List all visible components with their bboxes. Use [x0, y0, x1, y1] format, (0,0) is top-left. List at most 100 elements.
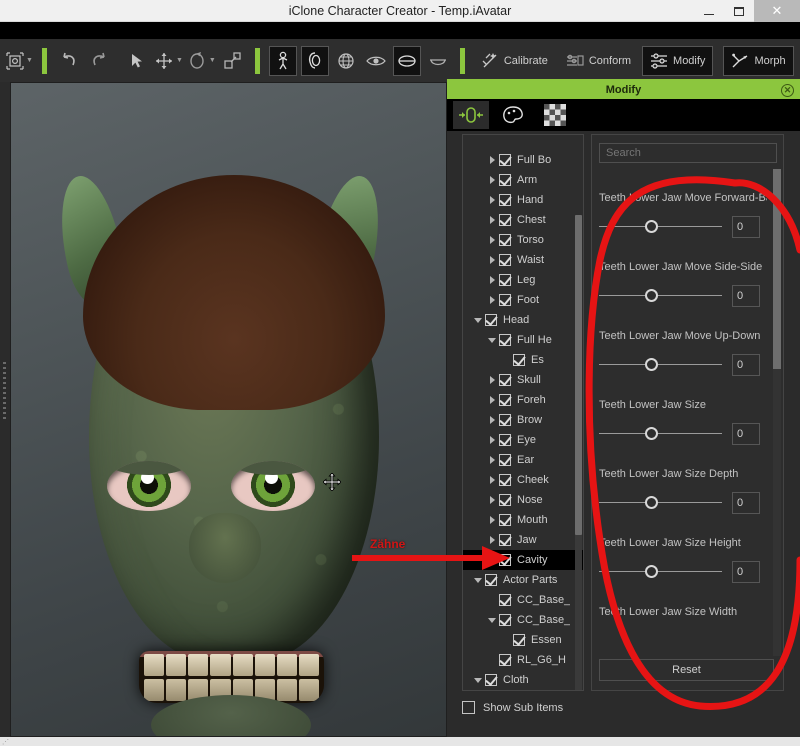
show-sub-items-checkbox[interactable]: Show Sub Items [462, 701, 563, 714]
chevron-down-icon[interactable]: ▼ [176, 57, 183, 64]
tree-item-checkbox[interactable] [513, 354, 525, 366]
slider-scrollbar-thumb[interactable] [773, 169, 781, 369]
expand-arrow-icon[interactable] [485, 216, 499, 224]
tree-item-checkbox[interactable] [499, 654, 511, 666]
tree-item-cheek[interactable]: Cheek [463, 470, 583, 490]
slider-track[interactable] [599, 565, 722, 579]
conform-button[interactable]: Conform [559, 46, 638, 76]
tree-item-checkbox[interactable] [499, 374, 511, 386]
redo-icon[interactable] [86, 46, 112, 76]
expand-arrow-icon[interactable] [485, 196, 499, 204]
expand-arrow-icon[interactable] [485, 296, 499, 304]
tree-item-waist[interactable]: Waist [463, 250, 583, 270]
tree-item-arm[interactable]: Arm [463, 170, 583, 190]
slider-knob[interactable] [644, 289, 658, 302]
expand-arrow-icon[interactable] [485, 236, 499, 244]
expand-arrow-icon[interactable] [485, 516, 499, 524]
resize-grip-icon[interactable]: ⋰ [2, 738, 10, 746]
slider-track[interactable] [599, 220, 722, 234]
eye-icon[interactable] [363, 46, 389, 76]
slider-value-field[interactable]: 0 [732, 492, 760, 514]
slider-value-field[interactable]: 0 [732, 354, 760, 376]
transform-gizmo-icon[interactable]: ▼ [6, 46, 33, 76]
tree-item-rl-g6-h[interactable]: RL_G6_H [463, 650, 583, 670]
tree-item-hand[interactable]: Hand [463, 190, 583, 210]
tree-item-cc-base[interactable]: CC_Base_ [463, 590, 583, 610]
slider-knob[interactable] [644, 358, 658, 371]
collapse-arrow-icon[interactable] [471, 317, 485, 323]
tab-modify[interactable] [453, 101, 489, 129]
expand-arrow-icon[interactable] [485, 436, 499, 444]
move-tool-icon[interactable]: ▼ [154, 46, 183, 76]
tree-item-checkbox[interactable] [499, 194, 511, 206]
slider-track[interactable] [599, 427, 722, 441]
tree-item-torso[interactable]: Torso [463, 230, 583, 250]
tree-item-checkbox[interactable] [499, 554, 511, 566]
tree-item-full-bo[interactable]: Full Bo [463, 150, 583, 170]
panel-splitter-handle[interactable] [586, 369, 589, 419]
avatar-body-icon[interactable] [268, 45, 297, 76]
tree-item-checkbox[interactable] [499, 174, 511, 186]
expand-arrow-icon[interactable] [485, 376, 499, 384]
tree-item-checkbox[interactable] [499, 414, 511, 426]
tree-item-full-he[interactable]: Full He [463, 330, 583, 350]
tab-material[interactable] [495, 101, 531, 129]
tree-item-head[interactable]: Head [463, 310, 583, 330]
slider-scrollbar[interactable] [773, 169, 781, 656]
expand-arrow-icon[interactable] [485, 496, 499, 504]
collapse-arrow-icon[interactable] [485, 337, 499, 343]
tree-item-foot[interactable]: Foot [463, 290, 583, 310]
tree-item-checkbox[interactable] [499, 274, 511, 286]
tree-item-leg[interactable]: Leg [463, 270, 583, 290]
scale-tool-icon[interactable] [220, 46, 246, 76]
chevron-down-icon[interactable]: ▼ [26, 57, 33, 64]
tree-item-checkbox[interactable] [499, 614, 511, 626]
tree-item-nose[interactable]: Nose [463, 490, 583, 510]
slider-value-field[interactable]: 0 [732, 423, 760, 445]
expand-arrow-icon[interactable] [485, 456, 499, 464]
calibrate-button[interactable]: Calibrate [474, 46, 555, 76]
rotate-tool-icon[interactable]: ▼ [187, 46, 216, 76]
collapse-arrow-icon[interactable] [471, 677, 485, 683]
tree-item-checkbox[interactable] [485, 674, 497, 686]
expand-arrow-icon[interactable] [485, 476, 499, 484]
expand-arrow-icon[interactable] [485, 276, 499, 284]
slider-value-field[interactable]: 0 [732, 285, 760, 307]
globe-icon[interactable] [333, 46, 359, 76]
reset-button[interactable]: Reset [599, 659, 774, 681]
slider-track[interactable] [599, 496, 722, 510]
modify-button[interactable]: Modify [642, 45, 714, 76]
expand-arrow-icon[interactable] [485, 176, 499, 184]
tree-item-skull[interactable]: Skull [463, 370, 583, 390]
slider-value-field[interactable]: 0 [732, 216, 760, 238]
avatar-head-icon[interactable] [300, 45, 329, 76]
minimize-button[interactable] [694, 0, 724, 22]
slider-track[interactable] [599, 358, 722, 372]
tree-item-foreh[interactable]: Foreh [463, 390, 583, 410]
tree-item-checkbox[interactable] [499, 254, 511, 266]
tree-item-checkbox[interactable] [499, 334, 511, 346]
slider-knob[interactable] [644, 427, 658, 440]
show-sub-items-box[interactable] [462, 701, 475, 714]
slider-track[interactable] [599, 289, 722, 303]
tree-item-mouth[interactable]: Mouth [463, 510, 583, 530]
tree-item-checkbox[interactable] [485, 574, 497, 586]
tree-item-es[interactable]: Es [463, 350, 583, 370]
undo-icon[interactable] [56, 46, 82, 76]
tab-texture[interactable] [537, 101, 573, 129]
morph-button[interactable]: Morph [723, 45, 794, 76]
tree-item-checkbox[interactable] [499, 294, 511, 306]
select-cursor-icon[interactable] [124, 46, 150, 76]
tree-item-checkbox[interactable] [499, 434, 511, 446]
lower-teeth-icon[interactable] [425, 46, 451, 76]
close-button[interactable]: ✕ [754, 0, 800, 22]
3d-viewport[interactable] [10, 82, 447, 737]
tree-item-checkbox[interactable] [499, 494, 511, 506]
expand-arrow-icon[interactable] [485, 156, 499, 164]
tree-item-checkbox[interactable] [499, 514, 511, 526]
tree-scrollbar[interactable] [575, 215, 582, 690]
slider-knob[interactable] [644, 496, 658, 509]
chevron-down-icon[interactable]: ▼ [209, 57, 216, 64]
panel-close-icon[interactable]: ✕ [781, 84, 794, 97]
morph-category-tree[interactable]: Full Bo Arm Hand Chest Torso Waist Leg Foot Head… [462, 134, 584, 691]
